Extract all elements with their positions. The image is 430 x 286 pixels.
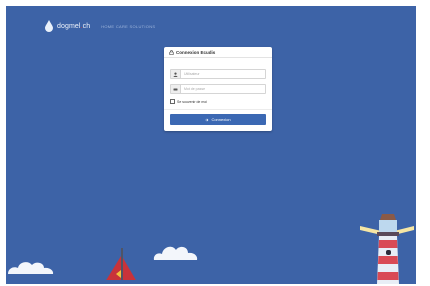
key-icon-box <box>171 85 181 93</box>
brand-header: dogmel.ch HOME CARE SOLUTIONS <box>44 20 155 32</box>
password-field[interactable] <box>170 84 266 94</box>
user-icon-box <box>171 70 181 78</box>
sailboat-illustration <box>104 248 140 284</box>
login-page: dogmel.ch HOME CARE SOLUTIONS Connexion … <box>6 6 416 284</box>
user-icon <box>173 72 178 77</box>
key-icon <box>173 88 178 90</box>
login-button[interactable]: Connexion <box>170 114 266 125</box>
login-title: Connexion Ecudis <box>176 49 216 55</box>
cloud-left-illustration <box>8 262 54 274</box>
lock-icon <box>169 49 174 55</box>
password-input[interactable] <box>181 86 264 92</box>
brand-name: dogmel.ch <box>57 22 91 30</box>
username-input[interactable] <box>181 71 264 77</box>
cloud-middle-illustration <box>153 246 198 260</box>
brand-tagline: HOME CARE SOLUTIONS <box>101 23 156 29</box>
login-button-label: Connexion <box>211 117 231 122</box>
login-card-header: Connexion Ecudis <box>164 47 272 58</box>
remember-checkbox[interactable] <box>170 99 175 104</box>
login-arrow-icon <box>205 118 209 121</box>
username-field[interactable] <box>170 69 266 79</box>
remember-label: Se souvenir de moi <box>177 99 207 104</box>
login-card: Connexion Ecudis Se souvenir de moi <box>164 47 272 131</box>
drop-logo-icon <box>45 20 53 32</box>
lighthouse-illustration <box>360 214 414 284</box>
card-divider <box>164 109 272 110</box>
remember-me[interactable]: Se souvenir de moi <box>170 99 207 104</box>
